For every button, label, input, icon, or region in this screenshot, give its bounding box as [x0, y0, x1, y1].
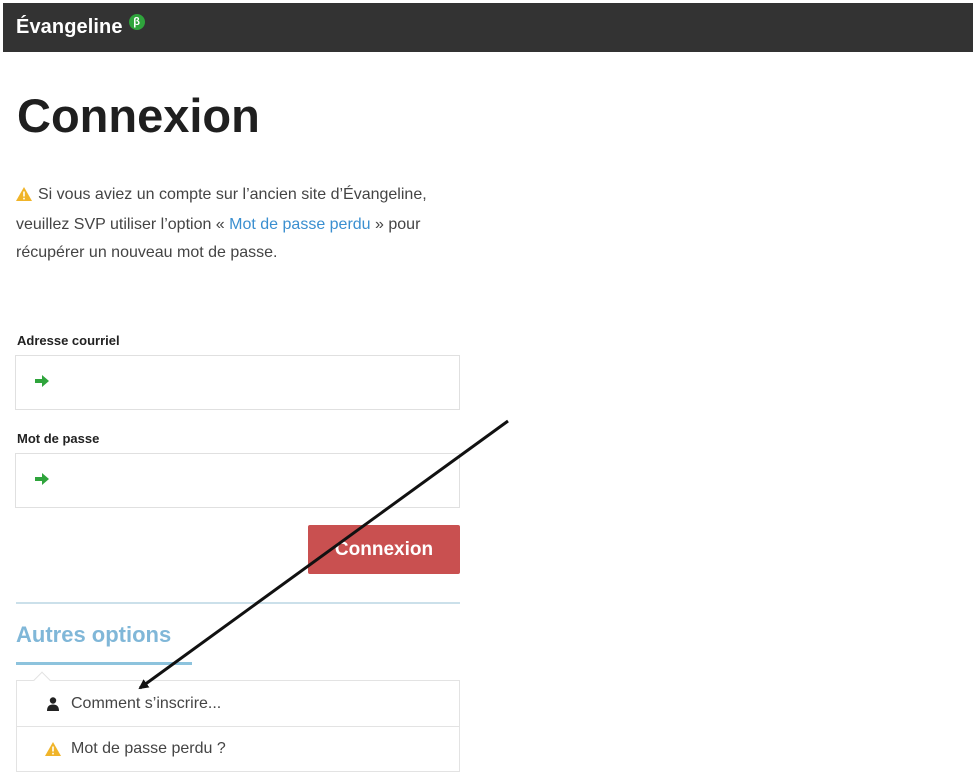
email-input[interactable] [59, 355, 459, 410]
page-title: Connexion [17, 89, 260, 142]
brand-logo[interactable]: Évangeline [16, 16, 123, 39]
arrow-right-icon [35, 472, 49, 490]
section-title-underline [16, 662, 192, 665]
password-field[interactable] [15, 453, 460, 508]
email-label: Adresse courriel [17, 333, 120, 348]
lost-password-label: Mot de passe perdu ? [71, 740, 226, 757]
beta-badge: β [128, 13, 145, 30]
list-item-lost-password[interactable]: Mot de passe perdu ? [17, 726, 459, 771]
email-field[interactable] [15, 355, 460, 410]
other-options-title: Autres options [16, 622, 172, 647]
top-navbar: Évangeline β [3, 3, 973, 52]
warning-icon [16, 183, 32, 211]
user-icon [43, 696, 63, 711]
password-label: Mot de passe [17, 431, 100, 446]
arrow-right-icon [35, 374, 49, 392]
register-label: Comment s’inscrire... [71, 694, 222, 712]
section-divider [16, 602, 460, 604]
warning-icon [43, 742, 63, 756]
legacy-account-notice: Si vous aviez un compte sur l’ancien sit… [16, 181, 461, 267]
password-input[interactable] [59, 453, 459, 508]
lost-password-link[interactable]: Mot de passe perdu [229, 216, 370, 233]
other-options-list: Comment s’inscrire... Mot de passe perdu… [16, 680, 460, 772]
login-button[interactable]: Connexion [308, 525, 460, 574]
list-item-register[interactable]: Comment s’inscrire... [17, 681, 459, 726]
